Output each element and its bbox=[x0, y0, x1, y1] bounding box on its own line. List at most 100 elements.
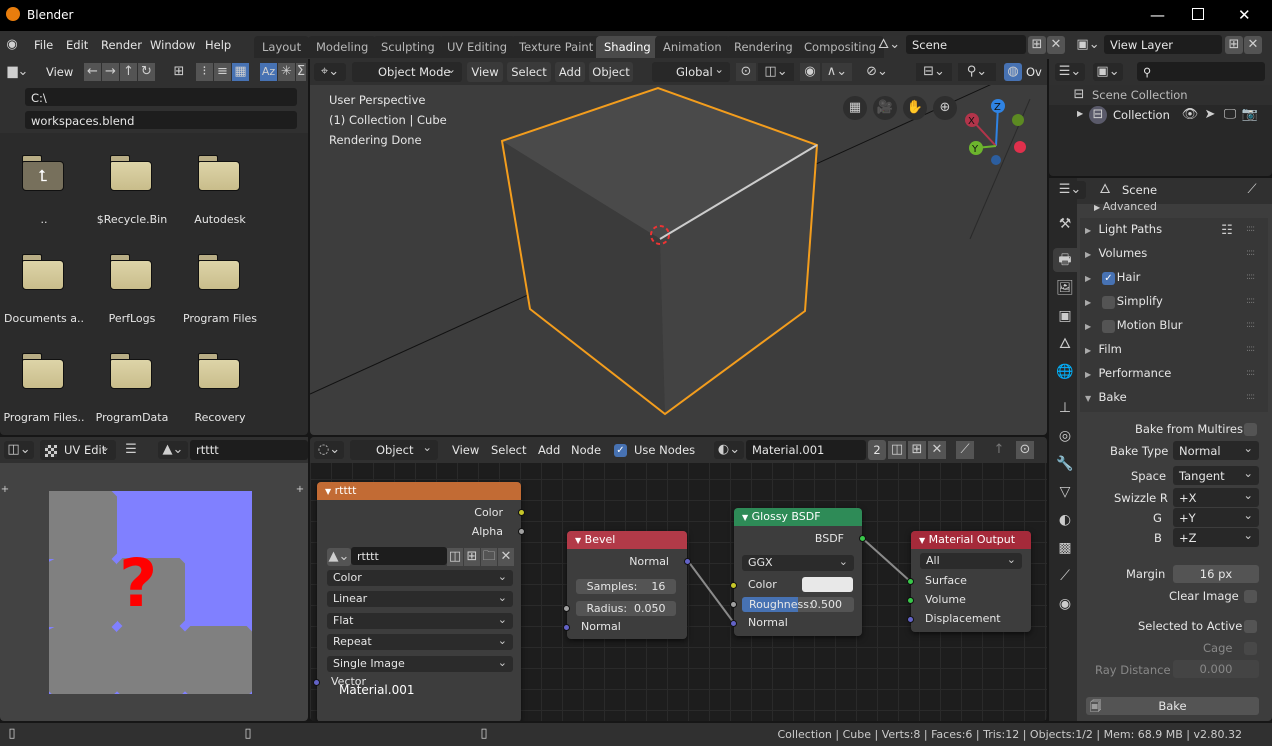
bake-type-dropdown[interactable]: Normal bbox=[1173, 441, 1259, 460]
back-icon[interactable]: ← bbox=[84, 63, 101, 81]
panel-light-paths[interactable]: ▶ Light Paths bbox=[1085, 222, 1162, 236]
drag-handle[interactable]: :::: bbox=[1246, 320, 1255, 330]
output-color-socket[interactable] bbox=[518, 509, 525, 516]
simplify-checkbox[interactable] bbox=[1102, 296, 1115, 309]
panel-volumes[interactable]: ▶ Volumes bbox=[1085, 246, 1147, 260]
menu-edit[interactable]: Edit bbox=[66, 38, 88, 52]
input-roughness-socket[interactable] bbox=[730, 601, 737, 608]
thumbnails-icon[interactable]: ▦ bbox=[232, 63, 249, 81]
object-mode-dropdown[interactable]: Object Mode bbox=[352, 62, 462, 82]
tab-rendering[interactable]: Rendering bbox=[726, 36, 801, 58]
minimize-icon[interactable]: — bbox=[1150, 6, 1165, 24]
file-item-label[interactable]: PerfLogs bbox=[88, 312, 176, 325]
viewport-menu-view[interactable]: View bbox=[467, 62, 503, 82]
bevel-node-header[interactable]: ▼ Bevel bbox=[567, 531, 687, 549]
color-swatch[interactable] bbox=[802, 577, 853, 592]
snap-target-icon[interactable]: ◫⌄ bbox=[758, 63, 794, 81]
drag-handle[interactable]: :::: bbox=[1246, 368, 1255, 378]
bake-button[interactable]: 🗐 Bake bbox=[1086, 697, 1259, 715]
tool-tab-icon[interactable]: ⚒ bbox=[1053, 212, 1077, 236]
drag-handle[interactable]: :::: bbox=[1246, 248, 1255, 258]
presets-list-icon[interactable]: ☷ bbox=[1218, 222, 1236, 240]
drag-handle[interactable]: :::: bbox=[1246, 344, 1255, 354]
file-item-label[interactable]: Program Files bbox=[176, 312, 264, 325]
file-item-label[interactable]: $Recycle.Bin bbox=[88, 213, 176, 226]
view-layer-icon[interactable]: ▣⌄ bbox=[1074, 36, 1102, 54]
add-region-icon[interactable]: + bbox=[294, 481, 306, 499]
swizzle-g-dropdown[interactable]: +Y bbox=[1173, 508, 1259, 527]
forward-icon[interactable]: → bbox=[102, 63, 119, 81]
fake-user-icon[interactable]: ◫ bbox=[447, 548, 463, 566]
render-tab-icon[interactable]: 🖶 bbox=[1053, 248, 1077, 272]
orientation-dropdown[interactable]: Global bbox=[652, 62, 730, 82]
add-region-icon[interactable]: + bbox=[0, 481, 10, 499]
output-alpha-socket[interactable] bbox=[518, 528, 525, 535]
constraints-tab-icon[interactable]: ⟋ bbox=[1053, 564, 1077, 588]
pin-icon[interactable]: ⟋ bbox=[1244, 181, 1260, 199]
input-surface-socket[interactable] bbox=[907, 578, 914, 585]
tab-texture-paint[interactable]: Texture Paint bbox=[511, 36, 602, 58]
tab-modeling[interactable]: Modeling bbox=[308, 36, 377, 58]
space-dropdown[interactable]: Tangent bbox=[1173, 466, 1259, 485]
panel-motion-blur[interactable]: ▶ Motion Blur bbox=[1085, 318, 1183, 332]
camera-view-icon[interactable]: 🎥 bbox=[873, 96, 897, 120]
scene-tab-icon[interactable]: 🜂 bbox=[1053, 332, 1077, 356]
drag-handle[interactable]: :::: bbox=[1246, 296, 1255, 306]
panel-film[interactable]: ▶ Film bbox=[1085, 342, 1122, 356]
outliner-filter-icon[interactable]: ▣⌄ bbox=[1093, 63, 1123, 81]
bake-from-multires-checkbox[interactable] bbox=[1244, 423, 1257, 436]
glossy-bsdf-node[interactable]: ▼ Glossy BSDF BSDF GGX Color Roughness: … bbox=[730, 508, 866, 636]
image-texture-node[interactable]: ▼ rtttt Color Alpha ▲⌄ rtttt ◫ ⊞ 🗀 ✕ Col… bbox=[313, 482, 525, 721]
node-image-name[interactable]: rtttt bbox=[351, 547, 447, 565]
swizzle-b-dropdown[interactable]: +Z bbox=[1173, 528, 1259, 547]
maximize-icon[interactable] bbox=[1192, 8, 1204, 20]
viewport-menu-select[interactable]: Select bbox=[507, 62, 551, 82]
selectable-arrow-icon[interactable]: ➤ bbox=[1201, 106, 1219, 124]
glossy-node-header[interactable]: ▼ Glossy BSDF bbox=[734, 508, 862, 526]
sort-size-icon[interactable]: Σ bbox=[296, 63, 306, 81]
render-camera-icon[interactable]: 📷 bbox=[1241, 106, 1259, 124]
drag-handle[interactable]: :::: bbox=[1246, 392, 1255, 402]
overlays-label[interactable]: Ov bbox=[1026, 65, 1042, 79]
input-volume-socket[interactable] bbox=[907, 597, 914, 604]
editor-type-icon[interactable]: ▆⌄ bbox=[4, 63, 32, 81]
menu-file[interactable]: File bbox=[34, 38, 53, 52]
input-displacement-socket[interactable] bbox=[907, 616, 914, 623]
panel-simplify[interactable]: ▶ Simplify bbox=[1085, 294, 1163, 308]
output-bsdf-socket[interactable] bbox=[859, 535, 866, 542]
folder-icon[interactable] bbox=[110, 254, 154, 290]
menu-help[interactable]: Help bbox=[205, 38, 231, 52]
viewport-menu-object[interactable]: Object bbox=[589, 62, 633, 82]
new-view-layer-icon[interactable]: ⊞ bbox=[1225, 36, 1243, 54]
parent-folder-icon[interactable]: ⮤ bbox=[22, 155, 66, 191]
input-radius-socket[interactable] bbox=[563, 605, 570, 612]
file-view-menu[interactable]: View bbox=[46, 65, 73, 79]
folder-icon[interactable] bbox=[198, 155, 242, 191]
cage-checkbox[interactable] bbox=[1244, 642, 1257, 655]
menu-window[interactable]: Window bbox=[150, 38, 195, 52]
view-layer-tab-icon[interactable]: ▣ bbox=[1053, 304, 1077, 328]
image-node-header[interactable]: ▼ rtttt bbox=[317, 482, 521, 500]
folder-icon[interactable] bbox=[22, 254, 66, 290]
output-tab-icon[interactable]: 🖼 bbox=[1053, 276, 1077, 300]
show-overlays-icon[interactable]: ◍ bbox=[1004, 63, 1022, 81]
tab-sculpting[interactable]: Sculpting bbox=[373, 36, 443, 58]
collection-expand-icon[interactable]: ▶ bbox=[1077, 109, 1083, 118]
hair-checkbox[interactable]: ✓ bbox=[1102, 272, 1115, 285]
outliner-scene-collection[interactable]: Scene Collection bbox=[1092, 88, 1188, 102]
snap-icon[interactable]: ⊙ bbox=[736, 63, 756, 81]
viewport-menu-add[interactable]: Add bbox=[555, 62, 585, 82]
outliner-collection[interactable]: Collection bbox=[1113, 108, 1170, 122]
particles-tab-icon[interactable]: ◉ bbox=[1053, 592, 1077, 616]
source-dropdown[interactable]: Single Image bbox=[327, 656, 513, 672]
parent-dir-icon[interactable]: ↑ bbox=[120, 63, 137, 81]
extension-dropdown[interactable]: Repeat bbox=[327, 634, 513, 650]
show-gizmo-icon[interactable]: ⚲⌄ bbox=[958, 63, 996, 81]
drag-handle[interactable]: :::: bbox=[1246, 272, 1255, 282]
close-icon[interactable]: ✕ bbox=[1238, 6, 1251, 24]
panel-bake[interactable]: ▼ Bake bbox=[1085, 390, 1127, 404]
hamburger-menu-icon[interactable]: ☰ bbox=[122, 441, 140, 459]
folder-icon[interactable] bbox=[198, 254, 242, 290]
file-item-label[interactable]: Recovery bbox=[176, 411, 264, 424]
material-tab-icon[interactable]: ◐ bbox=[1053, 508, 1077, 532]
